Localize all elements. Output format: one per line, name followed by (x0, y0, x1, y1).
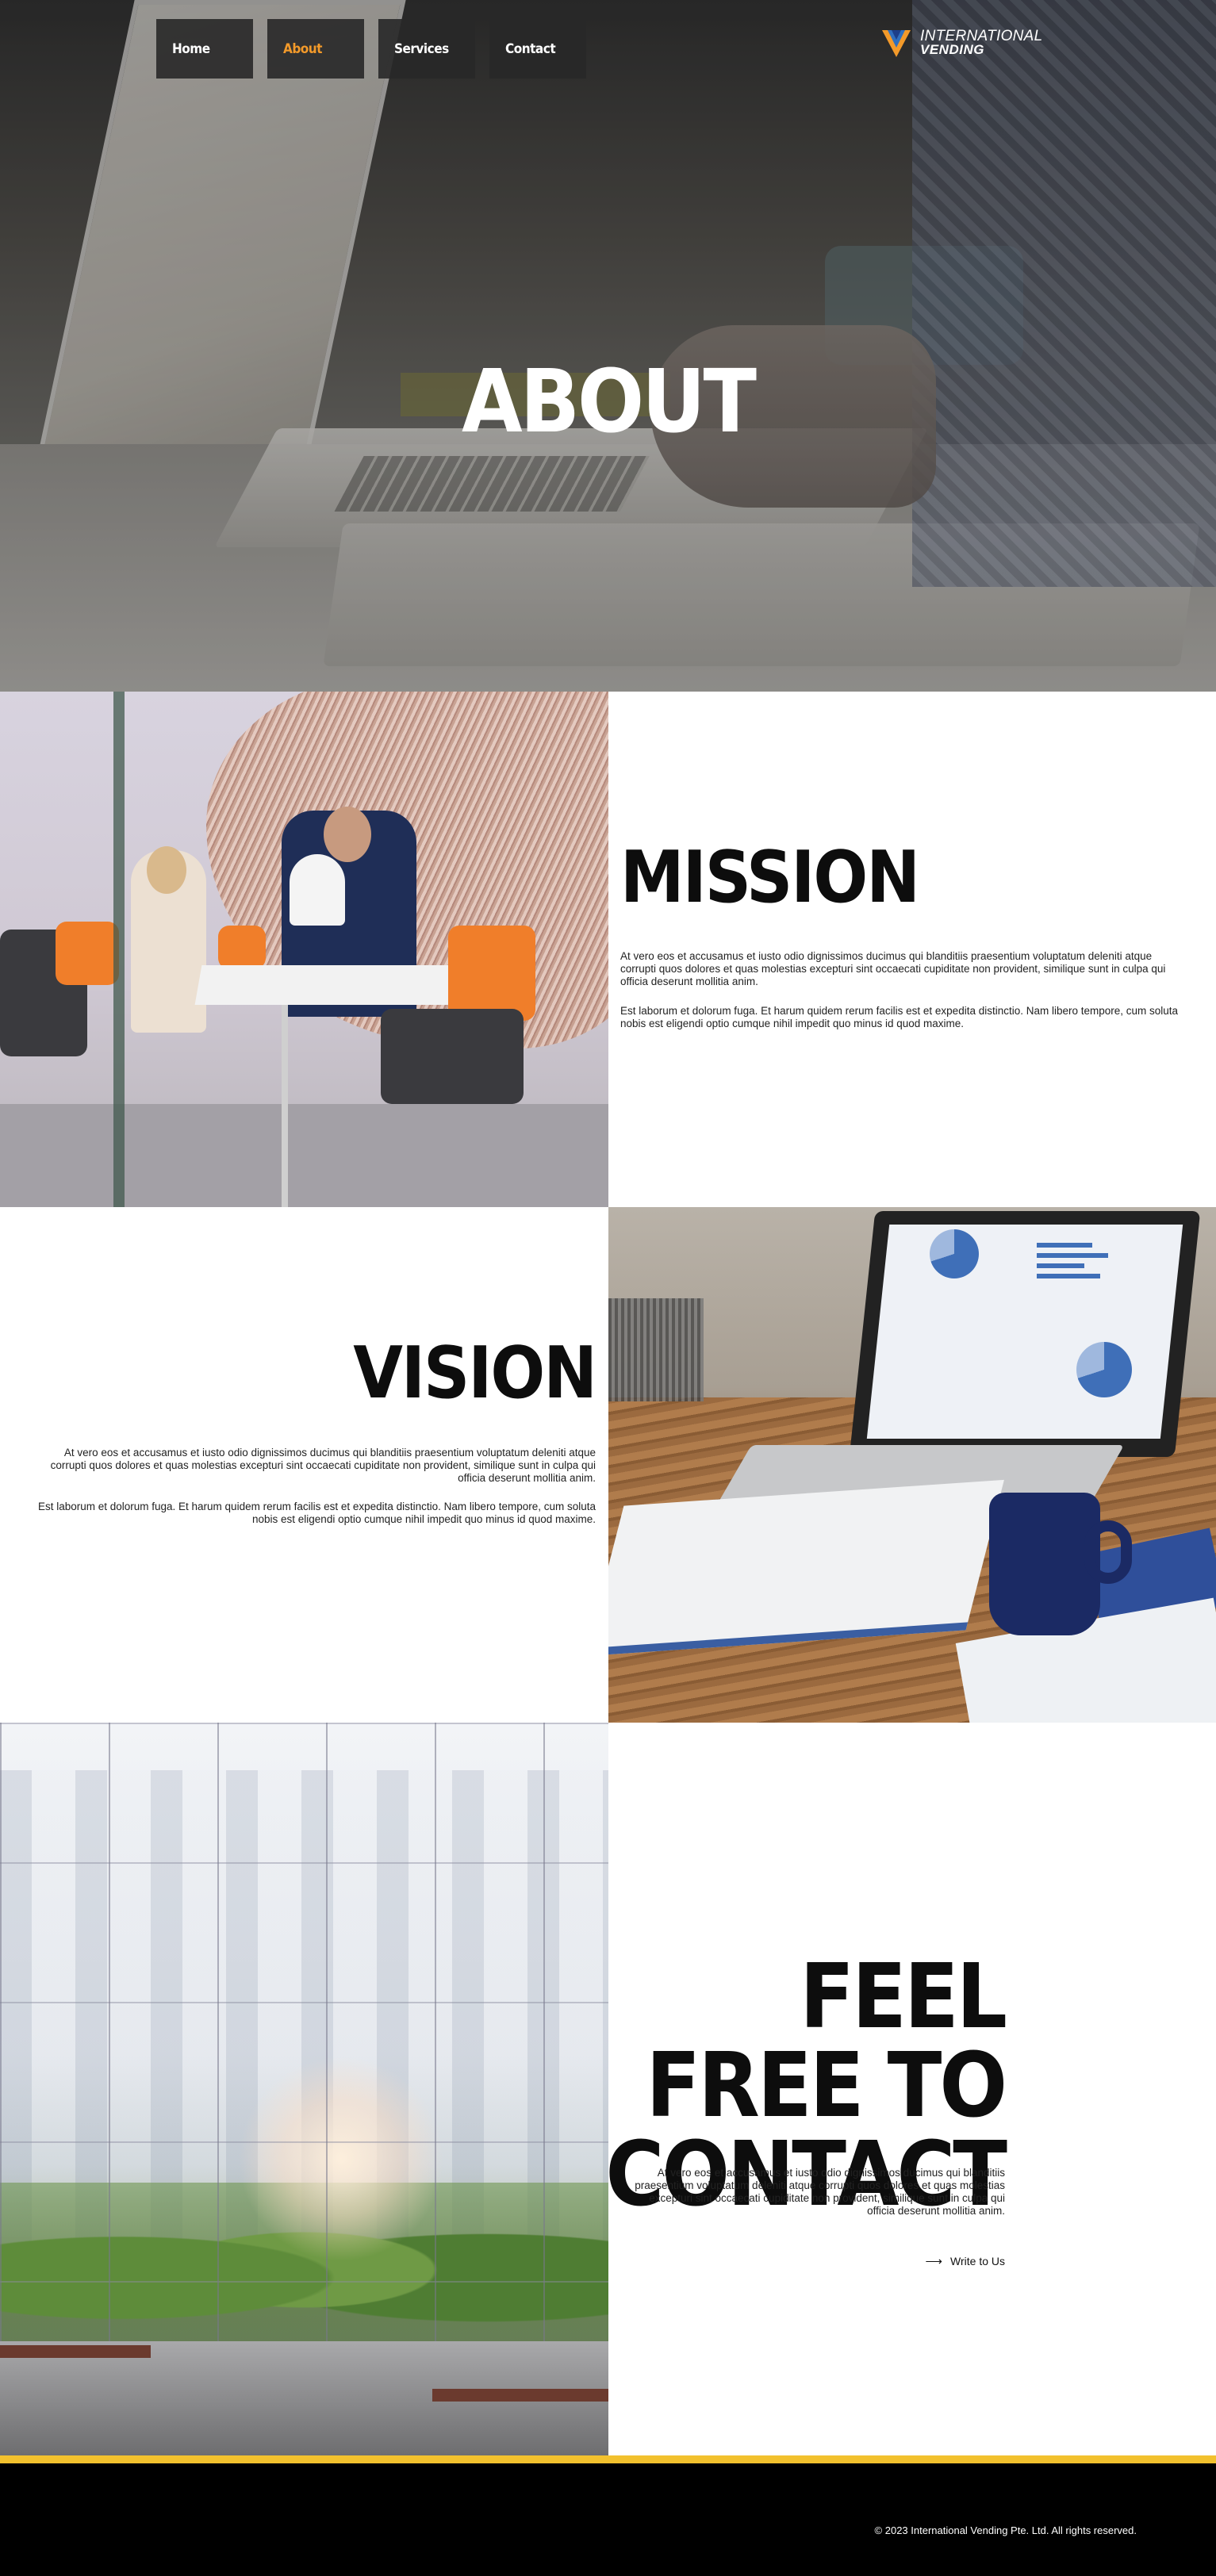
footer-accent-stripe (0, 2455, 1216, 2463)
meeting-floor (0, 1104, 608, 1207)
mission-section: MISSION At vero eos et accusamus et iust… (608, 692, 1216, 1207)
triangle-v-logo-icon (882, 30, 911, 57)
laptop-dashboard-screen (866, 1225, 1183, 1439)
hero-section: Home About Services Contact INTERNATIONA… (0, 0, 1216, 692)
chair-right-seat (381, 1009, 524, 1104)
orange-chair-left (56, 922, 119, 985)
vision-title: VISION (353, 1332, 597, 1415)
woman-head (147, 846, 186, 894)
contact-paragraph: At vero eos et accusamus et iusto odio d… (635, 2167, 1005, 2217)
vision-paragraph-2: Est laborum et dolorum fuga. Et harum qu… (37, 1501, 596, 1525)
glass-partition (113, 692, 125, 1207)
window-frame-grid (0, 1723, 608, 2357)
orange-chair-center (218, 926, 266, 969)
main-nav: Home About Services Contact (156, 19, 586, 79)
pen-holder (608, 1298, 704, 1401)
person-back (290, 854, 345, 926)
screen-bar-3 (1037, 1263, 1084, 1268)
page: Home About Services Contact INTERNATIONA… (0, 0, 1216, 2576)
meeting-photo (0, 692, 608, 1207)
blue-mug (989, 1493, 1100, 1635)
brand-line1: INTERNATIONAL (920, 28, 1043, 44)
meeting-table-leg (282, 1005, 288, 1207)
screen-pie-chart-1 (930, 1229, 979, 1278)
screen-bar-1 (1037, 1243, 1092, 1248)
contact-title-line-1: FEEL FREE TO (646, 1945, 1007, 2137)
meeting-table (194, 965, 456, 1005)
bench-right (432, 2389, 608, 2402)
man-head (324, 807, 371, 862)
nav-item-services[interactable]: Services (378, 19, 475, 79)
hero-overlay (0, 0, 1216, 692)
copyright-text: © 2023 International Vending Pte. Ltd. A… (874, 2524, 1137, 2536)
orange-chair-right (448, 926, 535, 1021)
mission-title: MISSION (620, 836, 920, 919)
vision-paragraph-1: At vero eos et accusamus et iusto odio d… (50, 1447, 596, 1484)
mission-paragraph-2: Est laborum et dolorum fuga. Et harum qu… (620, 1005, 1179, 1029)
vision-section: VISION At vero eos et accusamus et iusto… (0, 1207, 608, 1723)
blue-mug-handle (1084, 1520, 1132, 1584)
write-to-us-label: Write to Us (950, 2255, 1005, 2267)
nav-item-about[interactable]: About (267, 19, 364, 79)
nav-item-home[interactable]: Home (156, 19, 253, 79)
screen-pie-chart-2 (1076, 1342, 1132, 1397)
mission-paragraph-1: At vero eos et accusamus et iusto odio d… (620, 950, 1166, 987)
contact-section: FEEL FREE TO CONTACT At vero eos et accu… (605, 1723, 1216, 2459)
footer: © 2023 International Vending Pte. Ltd. A… (0, 2463, 1216, 2576)
open-notebook (608, 1479, 1004, 1657)
screen-bar-4 (1037, 1274, 1100, 1278)
nav-item-contact[interactable]: Contact (489, 19, 586, 79)
brand-line2: VENDING (920, 42, 984, 57)
brand-wordmark: INTERNATIONAL VENDING (920, 29, 1043, 56)
screen-bar-2 (1037, 1253, 1108, 1258)
page-title: ABOUT (462, 350, 757, 452)
bench-left (0, 2345, 151, 2358)
write-to-us-link[interactable]: ⟶ Write to Us (926, 2254, 1006, 2268)
desk-photo (608, 1207, 1216, 1723)
arrow-right-icon: ⟶ (925, 2255, 943, 2268)
brand-logo[interactable]: INTERNATIONAL VENDING (880, 27, 1043, 59)
office-window-photo (0, 1723, 608, 2459)
